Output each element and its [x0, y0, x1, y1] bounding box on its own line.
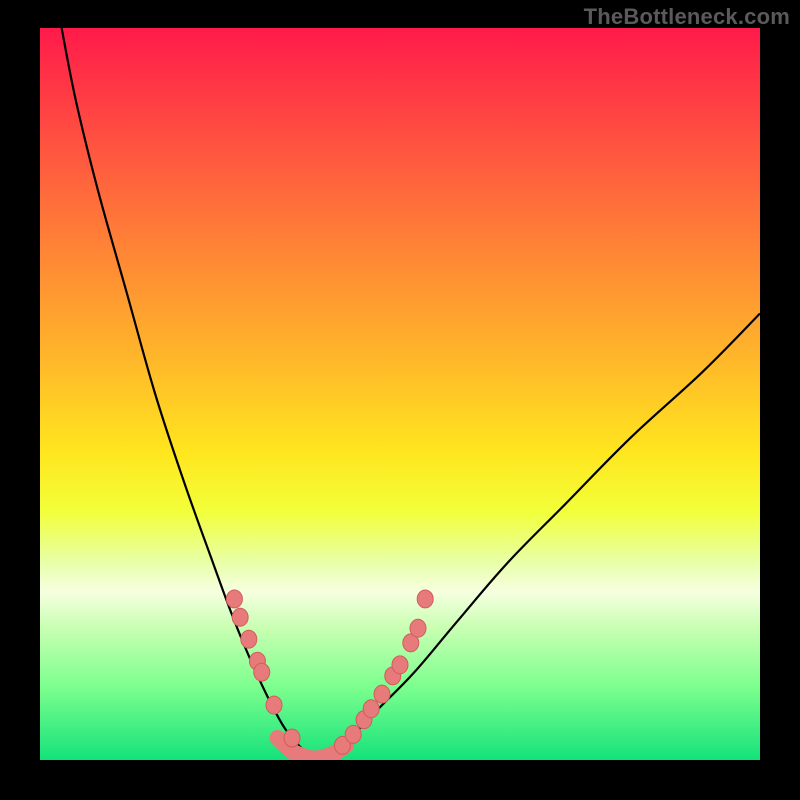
bead-marker: [254, 663, 270, 681]
beads-right-group: [334, 590, 433, 754]
chart-frame: TheBottleneck.com: [0, 0, 800, 800]
watermark-text: TheBottleneck.com: [584, 4, 790, 30]
curve-left-branch: [62, 28, 314, 760]
bead-marker: [241, 630, 257, 648]
bead-marker: [374, 685, 390, 703]
bead-marker: [410, 619, 426, 637]
bead-marker: [226, 590, 242, 608]
bead-marker: [363, 700, 379, 718]
curve-layer: [40, 28, 760, 760]
bead-marker: [417, 590, 433, 608]
bead-marker: [232, 608, 248, 626]
bead-marker: [392, 656, 408, 674]
plot-area: [40, 28, 760, 760]
bead-marker: [284, 729, 300, 747]
bead-marker: [266, 696, 282, 714]
beads-left-group: [226, 590, 300, 747]
bead-marker: [345, 725, 361, 743]
